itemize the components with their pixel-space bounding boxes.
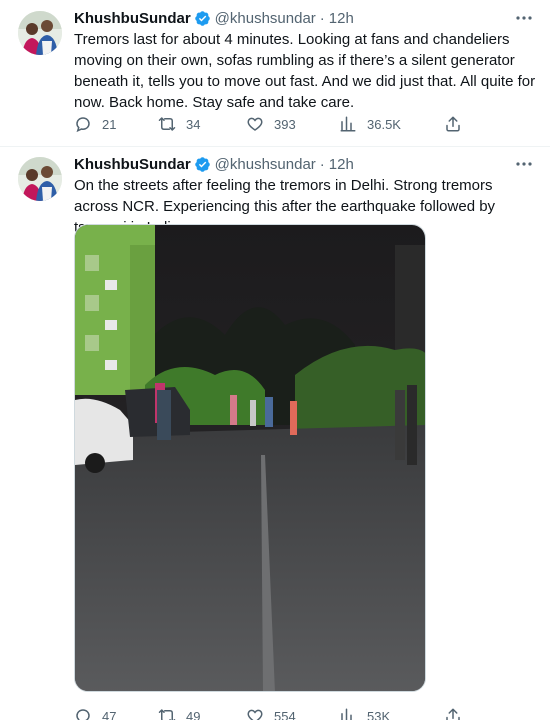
reply-icon bbox=[76, 117, 90, 133]
reply-count: 21 bbox=[102, 116, 117, 132]
separator-dot: · bbox=[319, 9, 325, 27]
views-icon bbox=[341, 708, 352, 720]
reply-icon bbox=[76, 709, 90, 720]
share-icon bbox=[446, 116, 460, 132]
share-button[interactable] bbox=[444, 114, 472, 134]
reply-button[interactable]: 47 bbox=[74, 706, 116, 720]
more-options-icon[interactable] bbox=[514, 8, 534, 28]
reply-count: 47 bbox=[102, 708, 117, 720]
verified-badge-icon bbox=[194, 156, 210, 172]
like-button[interactable]: 554 bbox=[246, 706, 296, 720]
avatar[interactable] bbox=[18, 157, 62, 201]
view-count: 53K bbox=[367, 708, 391, 720]
like-count: 554 bbox=[274, 708, 296, 720]
retweet-button[interactable]: 49 bbox=[158, 706, 200, 720]
retweet-button[interactable]: 34 bbox=[158, 114, 200, 134]
verified-badge-icon bbox=[194, 10, 210, 26]
author-handle[interactable]: @khushsundar bbox=[215, 156, 316, 173]
author-handle[interactable]: @khushsundar bbox=[215, 10, 316, 27]
share-icon bbox=[446, 708, 460, 720]
retweet-icon bbox=[158, 709, 176, 720]
more-options-icon[interactable] bbox=[514, 154, 534, 174]
timestamp[interactable]: 12h bbox=[329, 10, 354, 27]
action-bar: 47 49 554 53K bbox=[74, 706, 474, 720]
separator-dot: · bbox=[319, 155, 325, 173]
reply-button[interactable]: 21 bbox=[74, 114, 116, 134]
tweet-photo[interactable] bbox=[74, 224, 426, 692]
views-icon bbox=[340, 116, 356, 132]
like-icon bbox=[247, 709, 263, 720]
retweet-count: 49 bbox=[186, 708, 201, 720]
avatar[interactable] bbox=[18, 11, 62, 55]
retweet-count: 34 bbox=[186, 116, 201, 132]
view-count: 36.5K bbox=[367, 116, 401, 132]
retweet-icon bbox=[158, 117, 176, 131]
views-button[interactable]: 53K bbox=[339, 706, 390, 720]
like-icon bbox=[247, 117, 263, 131]
tweet[interactable]: KhushbuSundar @khushsundar · 12h Tremors… bbox=[0, 0, 550, 147]
share-button[interactable] bbox=[444, 706, 472, 720]
tweet-text: Tremors last for about 4 minutes. Lookin… bbox=[74, 31, 536, 111]
like-button[interactable]: 393 bbox=[246, 114, 296, 134]
action-bar: 21 34 393 36.5K bbox=[74, 114, 474, 134]
author-name[interactable]: KhushbuSundar bbox=[74, 10, 191, 27]
views-button[interactable]: 36.5K bbox=[339, 114, 401, 134]
author-name[interactable]: KhushbuSundar bbox=[74, 156, 191, 173]
tweet[interactable]: KhushbuSundar @khushsundar · 12h On the … bbox=[0, 147, 550, 720]
like-count: 393 bbox=[274, 116, 296, 132]
timestamp[interactable]: 12h bbox=[329, 156, 354, 173]
